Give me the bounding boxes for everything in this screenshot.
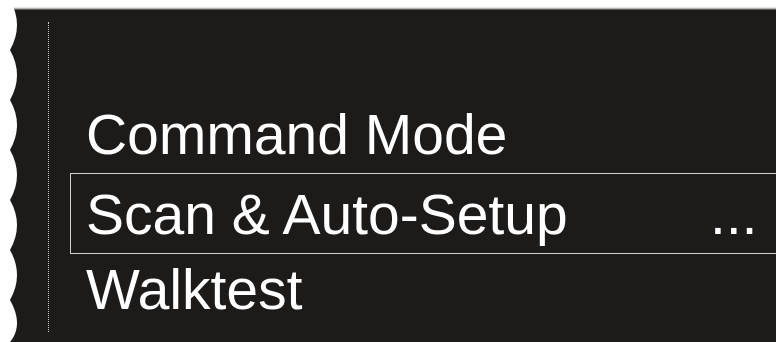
dotted-divider	[48, 22, 49, 332]
device-display: Command Mode Scan & Auto-Setup ... Walkt…	[0, 0, 776, 342]
scalloped-edge	[0, 0, 17, 342]
menu-item-command-mode[interactable]: Command Mode	[86, 107, 507, 164]
display-top-edge	[0, 0, 776, 10]
menu-item-scan-auto-setup[interactable]: Scan & Auto-Setup	[86, 187, 568, 244]
menu-item-walktest[interactable]: Walktest	[86, 262, 302, 319]
submenu-ellipsis: ...	[710, 183, 758, 247]
